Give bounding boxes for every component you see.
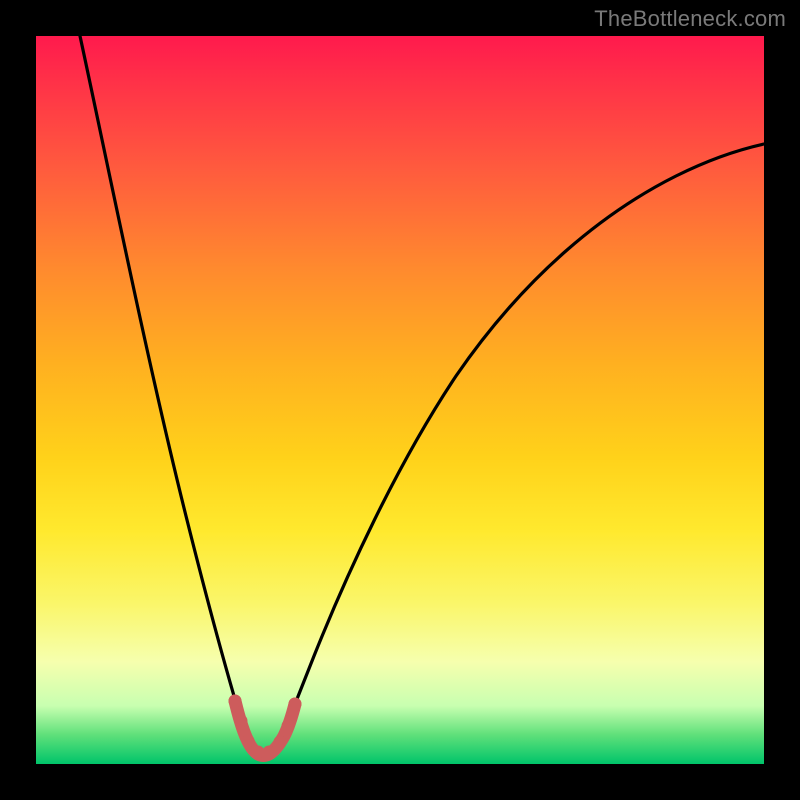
plot-area	[36, 36, 764, 764]
curve-left	[80, 36, 247, 742]
highlight-dots	[229, 695, 302, 759]
chart-frame: TheBottleneck.com	[0, 0, 800, 800]
curve-right	[280, 144, 764, 742]
watermark-text: TheBottleneck.com	[594, 6, 786, 32]
curve-layer	[36, 36, 764, 764]
